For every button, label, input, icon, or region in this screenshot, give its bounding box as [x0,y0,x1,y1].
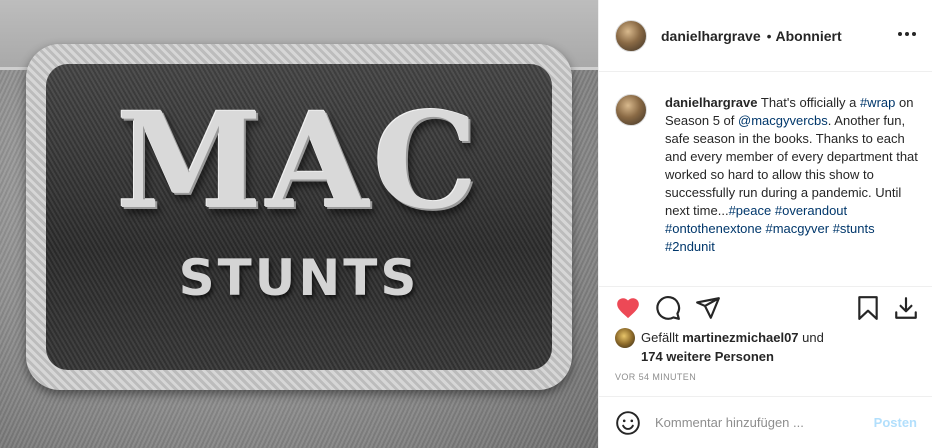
post-panel: danielhargrave • Abonniert danielhargrav… [598,0,932,448]
post-photo[interactable]: MAC STUNTS [0,0,598,448]
action-bar [599,286,932,326]
patch-subtitle: STUNTS [178,249,420,307]
follow-status[interactable]: Abonniert [776,28,842,44]
post-header: danielhargrave • Abonniert [599,0,932,72]
post-caption: danielhargrave That's officially a #wrap… [615,94,925,256]
comment-bar: Posten [599,396,932,448]
hashtag-link[interactable]: #overandout [775,203,847,218]
header-username[interactable]: danielhargrave [661,28,761,44]
likes-others-count[interactable]: 174 weitere Personen [641,349,774,364]
caption-text-segment: That's officially a [757,95,860,110]
hashtag-link[interactable]: #2ndunit [665,239,715,254]
post-timestamp[interactable]: VOR 54 MINUTEN [615,372,696,382]
caption-text: danielhargrave That's officially a #wrap… [665,94,923,256]
caption-avatar[interactable] [615,94,647,126]
patch-title: MAC [116,84,482,239]
header-avatar[interactable] [615,19,647,52]
heart-icon[interactable] [615,295,641,321]
hashtag-link[interactable]: #wrap [860,95,895,110]
likes-prefix: Gefällt [641,330,679,345]
likes-summary: Gefällt martinezmichael07 und 174 weiter… [615,328,925,366]
mention-link[interactable]: @macgyvercbs [738,113,828,128]
smiley-icon[interactable] [615,410,641,436]
caption-username[interactable]: danielhargrave [665,95,758,110]
share-icon[interactable] [695,295,721,321]
hashtag-link[interactable]: #ontothenextone [665,221,762,236]
more-options-icon[interactable] [895,22,919,46]
comment-input[interactable] [655,415,855,430]
hashtag-link[interactable]: #stunts [833,221,875,236]
header-separator: • [766,27,772,44]
liker-username[interactable]: martinezmichael07 [682,329,798,347]
bookmark-icon[interactable] [855,295,881,321]
post-comment-button[interactable]: Posten [874,415,917,430]
hashtag-link[interactable]: #peace [729,203,772,218]
liker-avatar[interactable] [615,328,635,348]
comment-icon[interactable] [655,295,681,321]
download-icon[interactable] [893,295,919,321]
hashtag-link[interactable]: #macgyver [766,221,830,236]
likes-conjunction: und [802,330,824,345]
